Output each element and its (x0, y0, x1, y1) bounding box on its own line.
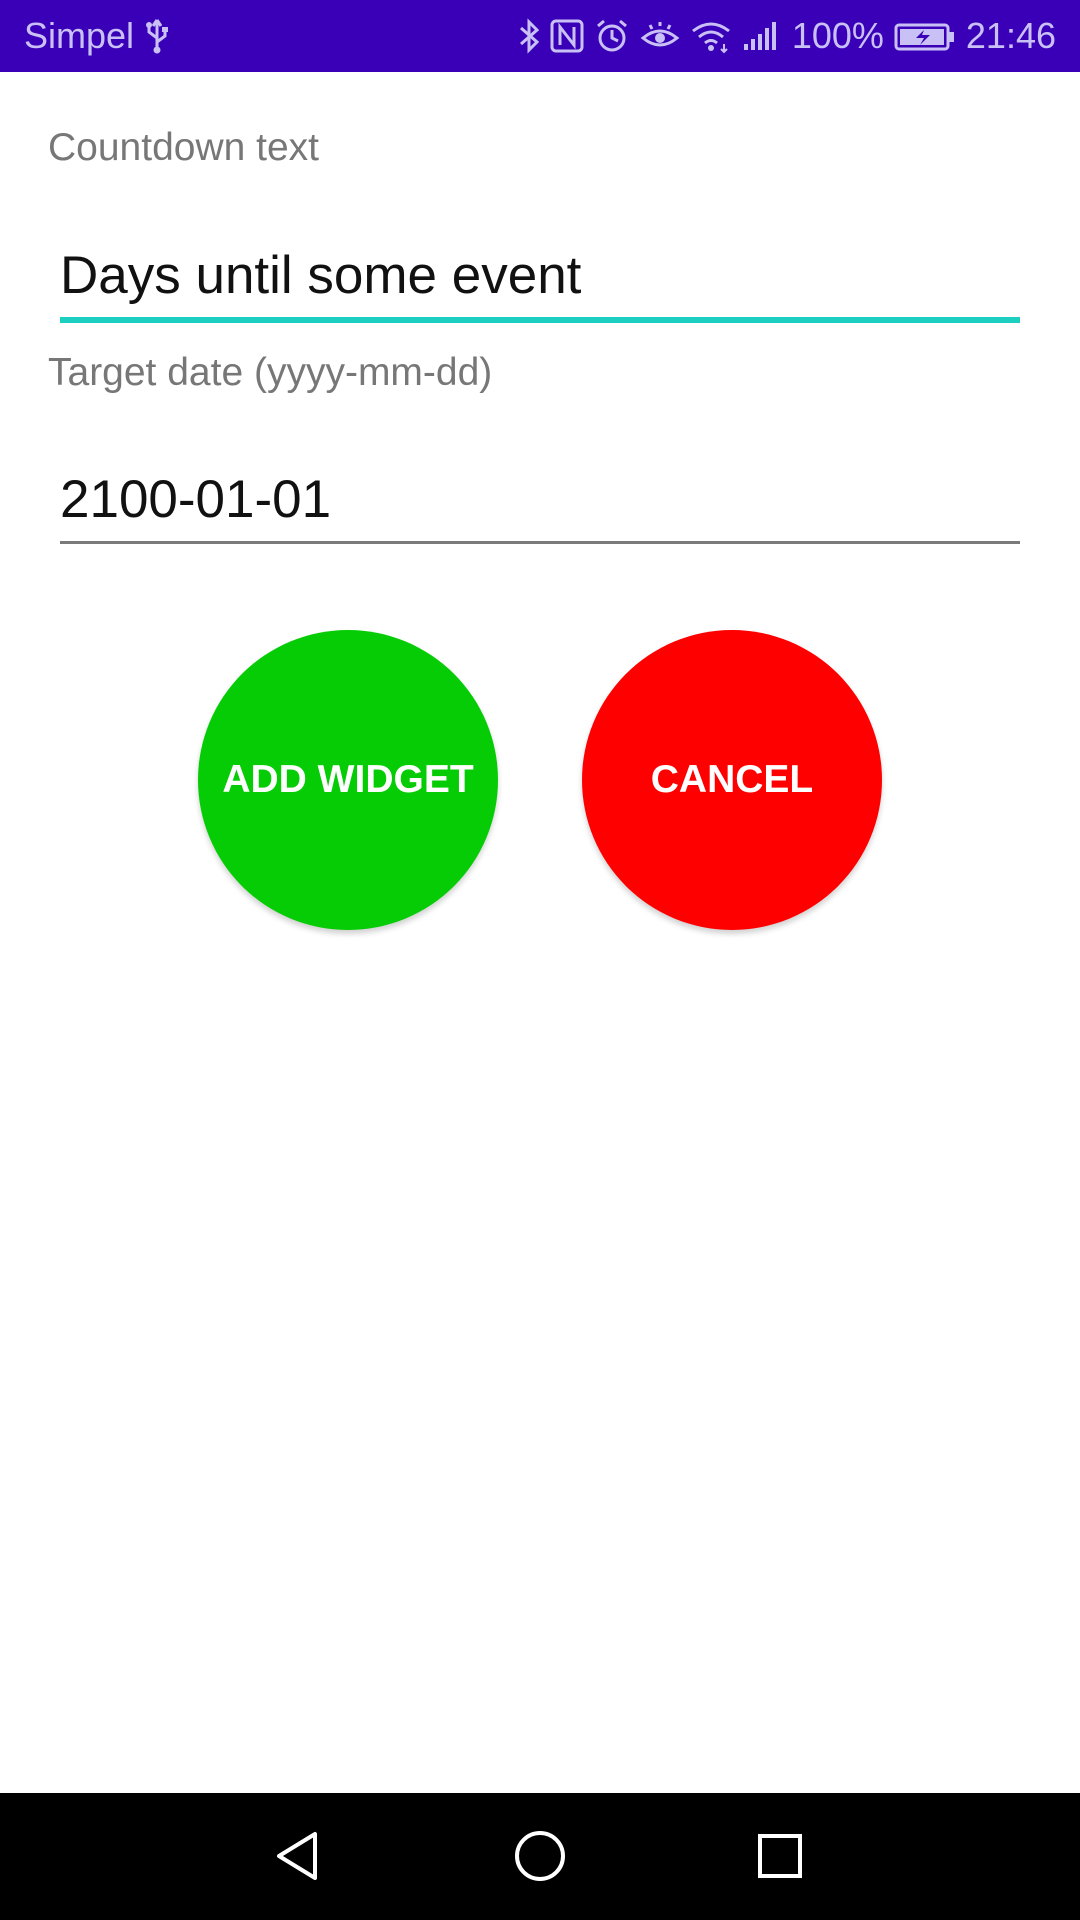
home-icon[interactable] (505, 1821, 575, 1891)
wifi-icon (690, 16, 732, 56)
bluetooth-icon (518, 16, 540, 56)
navigation-bar (0, 1793, 1080, 1920)
add-widget-button[interactable]: ADD WIDGET (198, 630, 498, 930)
battery-icon (894, 16, 956, 56)
nfc-icon (550, 16, 584, 56)
battery-percent: 100% (791, 15, 884, 56)
target-date-input[interactable] (60, 466, 1020, 532)
carrier-name: Simpel (24, 15, 135, 56)
status-right: 100% 21:46 (518, 15, 1056, 57)
target-date-label: Target date (yyyy-mm-dd) (48, 351, 493, 394)
countdown-text-label: Countdown text (48, 126, 320, 169)
back-icon[interactable] (264, 1821, 334, 1891)
signal-icon (742, 16, 782, 56)
countdown-text-underline (60, 317, 1020, 323)
status-left: Simpel (24, 15, 170, 57)
target-date-underline (60, 541, 1020, 544)
eye-comfort-icon (640, 16, 680, 56)
usb-icon (144, 16, 170, 56)
status-bar: Simpel 100% 21:46 (0, 0, 1080, 72)
cancel-button[interactable]: CANCEL (582, 630, 882, 930)
screen: Simpel 100% 21:46 Countdown text Days un… (0, 0, 1080, 1920)
clock: 21:46 (965, 15, 1056, 56)
recents-icon[interactable] (745, 1821, 815, 1891)
countdown-text-input[interactable] (60, 242, 1020, 308)
alarm-icon (594, 16, 630, 56)
